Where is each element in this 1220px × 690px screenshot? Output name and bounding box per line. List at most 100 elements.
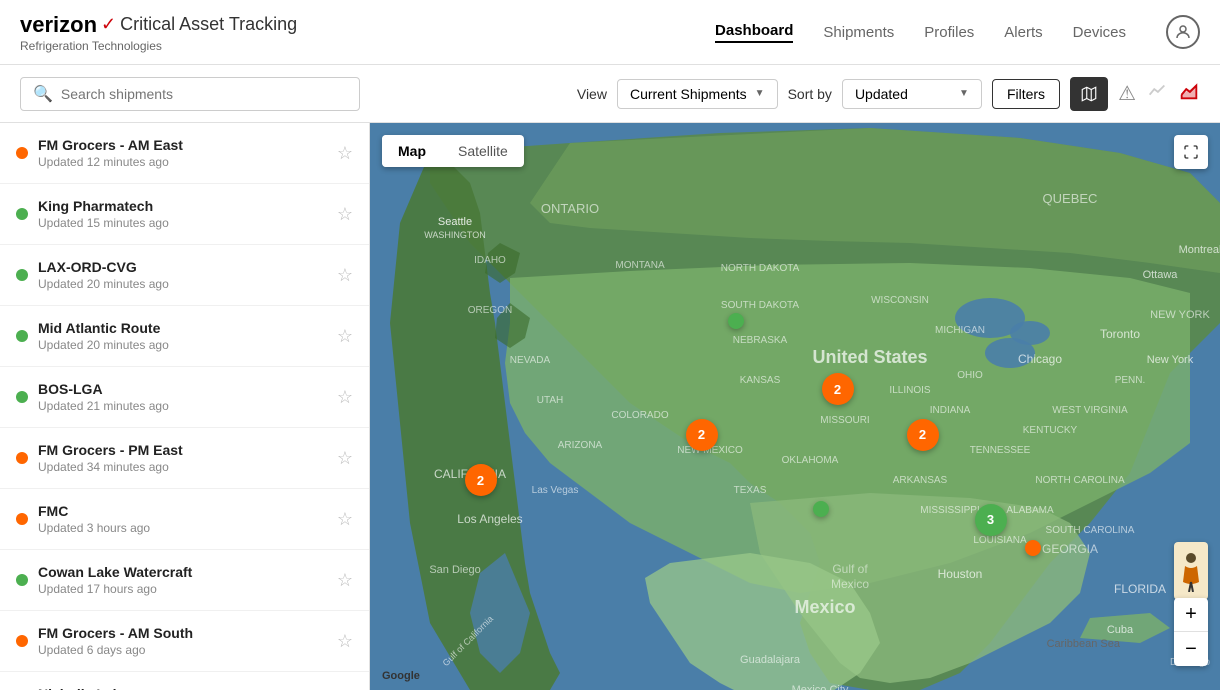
shipment-list-item[interactable]: Cowan Lake Watercraft Updated 17 hours a… bbox=[0, 550, 369, 611]
svg-text:United States: United States bbox=[812, 347, 927, 367]
svg-text:PENN.: PENN. bbox=[1115, 375, 1146, 386]
svg-text:San Diego: San Diego bbox=[429, 564, 480, 576]
svg-text:WASHINGTON: WASHINGTON bbox=[424, 230, 486, 240]
shipment-list-item[interactable]: FM Grocers - AM South Updated 6 days ago… bbox=[0, 611, 369, 672]
shipment-info: FM Grocers - PM East Updated 34 minutes … bbox=[38, 442, 327, 474]
svg-text:INDIANA: INDIANA bbox=[930, 405, 971, 416]
view-dropdown[interactable]: Current Shipments ▼ bbox=[617, 79, 778, 109]
marker-count: 2 bbox=[919, 427, 926, 442]
shipment-list-item[interactable]: FMC Updated 3 hours ago ☆ bbox=[0, 489, 369, 550]
marker-count: 3 bbox=[987, 512, 994, 527]
svg-text:ONTARIO: ONTARIO bbox=[541, 201, 599, 216]
map-marker[interactable]: 2 bbox=[686, 419, 718, 451]
svg-text:ARKANSAS: ARKANSAS bbox=[893, 475, 948, 486]
map-type-map[interactable]: Map bbox=[382, 135, 442, 167]
svg-text:KANSAS: KANSAS bbox=[740, 375, 781, 386]
svg-text:MISSOURI: MISSOURI bbox=[820, 415, 869, 426]
star-button[interactable]: ☆ bbox=[337, 387, 353, 408]
map-view-button[interactable] bbox=[1070, 77, 1108, 111]
svg-text:UTAH: UTAH bbox=[537, 395, 563, 406]
star-button[interactable]: ☆ bbox=[337, 326, 353, 347]
shipment-list-item[interactable]: FM Grocers - PM East Updated 34 minutes … bbox=[0, 428, 369, 489]
view-sort-controls: View Current Shipments ▼ Sort by Updated… bbox=[577, 77, 1200, 111]
fullscreen-button[interactable] bbox=[1174, 135, 1208, 169]
map-type-toggle: Map Satellite bbox=[382, 135, 524, 167]
shipments-list: FM Grocers - AM East Updated 12 minutes … bbox=[0, 123, 370, 690]
zoom-controls: + − bbox=[1174, 598, 1208, 666]
star-button[interactable]: ☆ bbox=[337, 509, 353, 530]
nav-alerts[interactable]: Alerts bbox=[1004, 24, 1042, 41]
shipment-name: FMC bbox=[38, 503, 327, 519]
svg-text:IDAHO: IDAHO bbox=[474, 255, 506, 266]
shipment-list-item[interactable]: Mid Atlantic Route Updated 20 minutes ag… bbox=[0, 306, 369, 367]
zoom-in-button[interactable]: + bbox=[1174, 598, 1208, 632]
nav-links: Dashboard Shipments Profiles Alerts Devi… bbox=[715, 15, 1200, 49]
map-container: United States ONTARIO QUEBEC OREGON IDAH… bbox=[370, 123, 1220, 690]
svg-text:NORTH DAKOTA: NORTH DAKOTA bbox=[721, 263, 800, 274]
status-dot bbox=[16, 513, 28, 525]
star-button[interactable]: ☆ bbox=[337, 143, 353, 164]
area-chart-icon[interactable] bbox=[1178, 80, 1200, 107]
marker-count: 2 bbox=[698, 427, 705, 442]
search-input[interactable] bbox=[61, 86, 347, 102]
nav-profiles[interactable]: Profiles bbox=[924, 24, 974, 41]
shipment-info: Nicholls Lab Updated 17 days ago bbox=[38, 686, 327, 690]
map-marker[interactable]: 2 bbox=[822, 373, 854, 405]
star-button[interactable]: ☆ bbox=[337, 204, 353, 225]
map-marker[interactable] bbox=[728, 313, 744, 329]
view-label: View bbox=[577, 86, 607, 102]
svg-text:SOUTH CAROLINA: SOUTH CAROLINA bbox=[1046, 525, 1135, 536]
svg-text:MONTANA: MONTANA bbox=[615, 260, 665, 271]
user-icon[interactable] bbox=[1166, 15, 1200, 49]
line-chart-icon[interactable] bbox=[1146, 80, 1168, 107]
svg-text:OREGON: OREGON bbox=[468, 305, 512, 316]
svg-text:LOUISIANA: LOUISIANA bbox=[973, 535, 1027, 546]
filters-button[interactable]: Filters bbox=[992, 79, 1060, 109]
shipment-name: FM Grocers - AM East bbox=[38, 137, 327, 153]
svg-text:Las Vegas: Las Vegas bbox=[532, 485, 579, 496]
svg-text:New York: New York bbox=[1147, 354, 1194, 366]
status-dot bbox=[16, 330, 28, 342]
star-button[interactable]: ☆ bbox=[337, 265, 353, 286]
svg-text:GEORGIA: GEORGIA bbox=[1042, 542, 1098, 556]
logo-top: verizon ✓ Critical Asset Tracking bbox=[20, 12, 297, 38]
search-area: 🔍 bbox=[20, 77, 360, 111]
svg-text:Mexico City: Mexico City bbox=[792, 684, 849, 690]
map-marker[interactable]: 2 bbox=[465, 464, 497, 496]
status-dot bbox=[16, 574, 28, 586]
svg-text:Ottawa: Ottawa bbox=[1143, 269, 1179, 281]
map-marker[interactable] bbox=[813, 501, 829, 517]
star-button[interactable]: ☆ bbox=[337, 448, 353, 469]
alert-icon[interactable]: ⚠ bbox=[1118, 81, 1136, 106]
map-marker[interactable] bbox=[1025, 540, 1041, 556]
nav-shipments[interactable]: Shipments bbox=[823, 24, 894, 41]
svg-text:ARIZONA: ARIZONA bbox=[558, 440, 603, 451]
shipment-info: FMC Updated 3 hours ago bbox=[38, 503, 327, 535]
shipment-info: FM Grocers - AM South Updated 6 days ago bbox=[38, 625, 327, 657]
svg-text:Guadalajara: Guadalajara bbox=[740, 654, 801, 666]
map-marker[interactable]: 2 bbox=[907, 419, 939, 451]
shipment-list-item[interactable]: BOS-LGA Updated 21 minutes ago ☆ bbox=[0, 367, 369, 428]
shipment-list-item[interactable]: LAX-ORD-CVG Updated 20 minutes ago ☆ bbox=[0, 245, 369, 306]
star-button[interactable]: ☆ bbox=[337, 631, 353, 652]
shipment-list-item[interactable]: Nicholls Lab Updated 17 days ago ☆ bbox=[0, 672, 369, 690]
map-area: United States ONTARIO QUEBEC OREGON IDAH… bbox=[370, 123, 1220, 690]
nav-dashboard[interactable]: Dashboard bbox=[715, 22, 793, 43]
shipment-list-item[interactable]: FM Grocers - AM East Updated 12 minutes … bbox=[0, 123, 369, 184]
search-icon: 🔍 bbox=[33, 84, 53, 104]
shipment-name: FM Grocers - PM East bbox=[38, 442, 327, 458]
map-marker[interactable]: 3 bbox=[975, 504, 1007, 536]
shipment-updated: Updated 20 minutes ago bbox=[38, 338, 327, 352]
zoom-out-button[interactable]: − bbox=[1174, 632, 1208, 666]
sort-dropdown[interactable]: Updated ▼ bbox=[842, 79, 982, 109]
star-button[interactable]: ☆ bbox=[337, 570, 353, 591]
street-view-button[interactable] bbox=[1174, 542, 1208, 600]
nav-devices[interactable]: Devices bbox=[1073, 24, 1126, 41]
svg-text:Seattle: Seattle bbox=[438, 216, 472, 228]
status-dot bbox=[16, 635, 28, 647]
view-value: Current Shipments bbox=[630, 86, 747, 102]
map-type-satellite[interactable]: Satellite bbox=[442, 135, 524, 167]
shipment-updated: Updated 12 minutes ago bbox=[38, 155, 327, 169]
svg-text:OKLAHOMA: OKLAHOMA bbox=[782, 455, 839, 466]
shipment-list-item[interactable]: King Pharmatech Updated 15 minutes ago ☆ bbox=[0, 184, 369, 245]
